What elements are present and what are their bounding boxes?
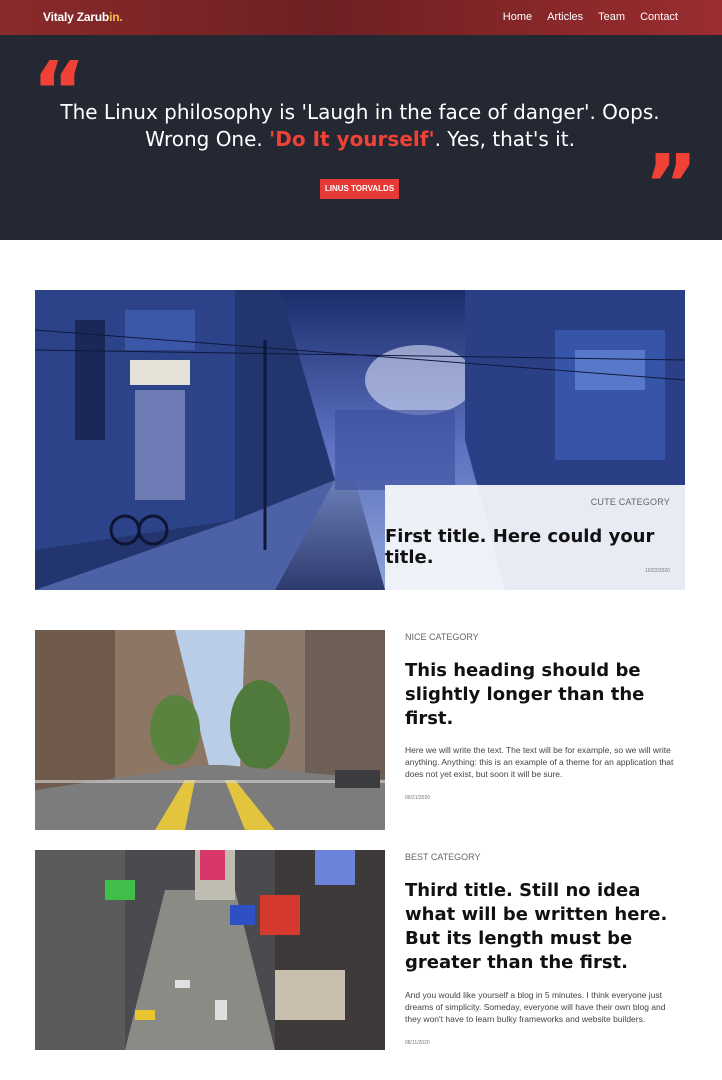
featured-post-category[interactable]: CUTE CATEGORY bbox=[591, 497, 670, 507]
close-quote-icon: ” bbox=[644, 138, 698, 233]
post-image-2[interactable] bbox=[35, 850, 385, 1050]
nav-link-team[interactable]: Team bbox=[598, 11, 625, 23]
featured-post[interactable]: CUTE CATEGORY First title. Here could yo… bbox=[35, 290, 685, 590]
nav-menu: Home Articles Team Contact bbox=[503, 11, 678, 23]
post-image-1[interactable] bbox=[35, 630, 385, 830]
featured-post-title[interactable]: First title. Here could your title. bbox=[385, 526, 670, 568]
nav-link-home[interactable]: Home bbox=[503, 11, 532, 23]
nav-link-articles[interactable]: Articles bbox=[547, 11, 583, 23]
post-title-2[interactable]: Third title. Still no idea what will be … bbox=[405, 879, 675, 975]
hero-quote-section: “ The Linux philosophy is 'Laugh in the … bbox=[0, 35, 722, 240]
street-photo bbox=[35, 630, 385, 830]
brand-name-accent: in. bbox=[109, 10, 123, 24]
post-date-2: 08/11/2020 bbox=[405, 1040, 430, 1046]
featured-post-date: 10/22/2020 bbox=[644, 568, 670, 574]
post-body-1: NICE CATEGORY This heading should be sli… bbox=[405, 632, 675, 801]
top-navbar: Vitaly Zarubin. Home Articles Team Conta… bbox=[0, 0, 722, 35]
brand-name: Vitaly Zarub bbox=[43, 10, 110, 24]
featured-post-card: CUTE CATEGORY First title. Here could yo… bbox=[385, 485, 685, 590]
site-logo[interactable]: Vitaly Zarubin. bbox=[43, 10, 123, 24]
post-title-1[interactable]: This heading should be slightly longer t… bbox=[405, 659, 675, 731]
post-body-2: BEST CATEGORY Third title. Still no idea… bbox=[405, 852, 675, 1046]
post-excerpt-1: Here we will write the text. The text wi… bbox=[405, 745, 674, 779]
post-excerpt-2: And you would like yourself a blog in 5 … bbox=[405, 990, 666, 1024]
times-square-photo bbox=[35, 850, 385, 1050]
post-category-2[interactable]: BEST CATEGORY bbox=[405, 852, 675, 862]
quote-text-2: . Yes, that's it. bbox=[434, 127, 575, 151]
post-category-1[interactable]: NICE CATEGORY bbox=[405, 632, 675, 642]
post-date-1: 09/21/2020 bbox=[405, 795, 431, 801]
quote-highlight: 'Do It yourself' bbox=[269, 127, 435, 151]
nav-link-contact[interactable]: Contact bbox=[640, 11, 678, 23]
quote-author-badge[interactable]: LINUS TORVALDS bbox=[320, 179, 399, 199]
hero-quote: The Linux philosophy is 'Laugh in the fa… bbox=[60, 99, 660, 153]
